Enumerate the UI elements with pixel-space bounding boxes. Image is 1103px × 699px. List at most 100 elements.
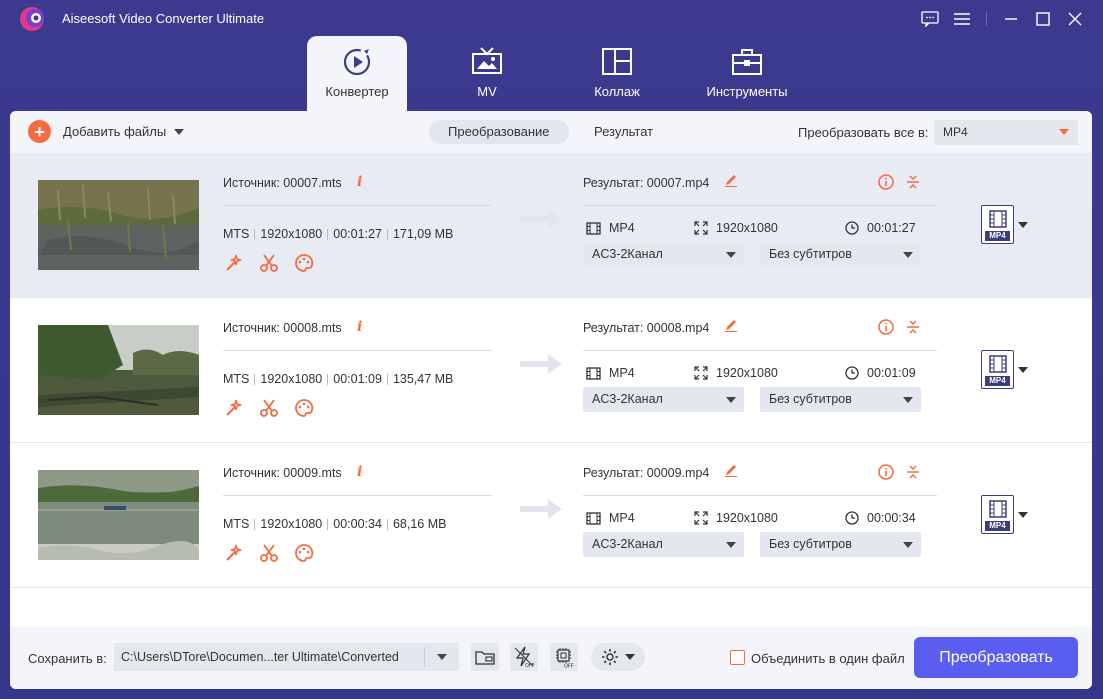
subtitle-select[interactable]: Без субтитров bbox=[760, 387, 921, 412]
format-badge: MP4 bbox=[985, 231, 1010, 241]
info-icon[interactable] bbox=[878, 319, 894, 335]
compress-icon[interactable] bbox=[905, 464, 921, 480]
pencil-icon[interactable] bbox=[724, 463, 738, 477]
chevron-down-icon[interactable] bbox=[174, 128, 185, 135]
convert-all-button[interactable]: Преобразовать bbox=[914, 637, 1078, 678]
menu-icon[interactable] bbox=[946, 6, 978, 32]
chevron-down-icon bbox=[726, 542, 736, 548]
audio-track-select[interactable]: AC3-2Канал bbox=[583, 532, 744, 557]
convert-all-select[interactable]: MP4 bbox=[934, 120, 1078, 145]
source-duration: 00:01:27 bbox=[333, 227, 382, 241]
clock-icon bbox=[845, 366, 859, 380]
subtab-converting[interactable]: Преобразование bbox=[429, 120, 569, 144]
info-icon[interactable] bbox=[878, 174, 894, 190]
chevron-down-icon bbox=[1059, 129, 1069, 135]
output-path-select[interactable]: C:\Users\DTore\Documen...ter Ultimate\Co… bbox=[114, 643, 459, 671]
tab-converter[interactable]: Конвертер bbox=[307, 36, 407, 111]
film-icon bbox=[989, 500, 1007, 518]
add-files-button[interactable]: + Добавить файлы bbox=[28, 120, 185, 143]
file-row[interactable]: Источник: 00008.mts i MTS 1920x1080 00:0… bbox=[10, 298, 1092, 443]
source-format: MTS bbox=[223, 372, 250, 386]
pencil-icon[interactable] bbox=[724, 173, 738, 187]
chevron-down-icon bbox=[903, 542, 913, 548]
film-icon bbox=[989, 210, 1007, 228]
settings-button[interactable] bbox=[591, 643, 645, 671]
scissors-icon[interactable] bbox=[259, 253, 279, 273]
pencil-icon[interactable] bbox=[724, 318, 738, 332]
output-format: MP4 bbox=[586, 511, 635, 525]
output-format-button[interactable]: MP4 bbox=[981, 205, 1014, 244]
gear-icon bbox=[602, 649, 618, 665]
tab-label: Коллаж bbox=[594, 84, 640, 99]
converter-icon bbox=[343, 48, 371, 76]
tab-mv[interactable]: MV bbox=[437, 36, 537, 111]
svg-text:OFF: OFF bbox=[525, 663, 535, 668]
tab-collage[interactable]: Коллаж bbox=[567, 36, 667, 111]
audio-track-select[interactable]: AC3-2Канал bbox=[583, 242, 744, 267]
output-duration: 00:00:34 bbox=[845, 511, 916, 525]
video-thumbnail[interactable] bbox=[38, 470, 199, 560]
magic-wand-icon[interactable] bbox=[224, 543, 244, 563]
file-row[interactable]: Источник: 00007.mts i MTS 1920x1080 00:0… bbox=[10, 153, 1092, 298]
audio-track-value: AC3-2Канал bbox=[592, 537, 663, 551]
palette-icon[interactable] bbox=[294, 253, 314, 273]
output-duration-value: 00:01:27 bbox=[867, 221, 916, 235]
output-format: MP4 bbox=[586, 221, 635, 235]
audio-track-value: AC3-2Канал bbox=[592, 247, 663, 261]
divider bbox=[424, 647, 425, 667]
magic-wand-icon[interactable] bbox=[224, 253, 244, 273]
scissors-icon[interactable] bbox=[259, 398, 279, 418]
chevron-down-icon[interactable] bbox=[1018, 367, 1028, 373]
hardware-accel-button[interactable]: OFF bbox=[510, 643, 538, 671]
palette-icon[interactable] bbox=[294, 398, 314, 418]
magic-wand-icon[interactable] bbox=[224, 398, 244, 418]
merge-checkbox[interactable] bbox=[730, 650, 745, 665]
source-filename: Источник: 00008.mts bbox=[223, 321, 342, 335]
tab-label: Конвертер bbox=[325, 84, 389, 99]
subtab-converted[interactable]: Результат bbox=[575, 120, 672, 144]
source-info-icon[interactable]: i bbox=[357, 464, 362, 480]
chevron-down-icon[interactable] bbox=[1018, 512, 1028, 518]
video-thumbnail[interactable] bbox=[38, 180, 199, 270]
open-folder-button[interactable] bbox=[471, 643, 499, 671]
chevron-down-icon[interactable] bbox=[437, 654, 447, 660]
video-thumbnail[interactable] bbox=[38, 325, 199, 415]
palette-icon[interactable] bbox=[294, 543, 314, 563]
expand-icon bbox=[694, 511, 708, 525]
chevron-down-icon[interactable] bbox=[1018, 222, 1028, 228]
divider bbox=[223, 495, 492, 496]
gpu-accel-button[interactable]: OFF bbox=[550, 643, 578, 671]
maximize-icon[interactable] bbox=[1027, 6, 1059, 32]
subtitle-value: Без субтитров bbox=[769, 392, 852, 406]
output-duration: 00:01:27 bbox=[845, 221, 916, 235]
scissors-icon[interactable] bbox=[259, 543, 279, 563]
folder-icon bbox=[475, 651, 495, 665]
chevron-down-icon bbox=[726, 252, 736, 258]
add-icon: + bbox=[28, 120, 51, 143]
subtitle-select[interactable]: Без субтитров bbox=[760, 532, 921, 557]
file-row[interactable]: Источник: 00009.mts i MTS 1920x1080 00:0… bbox=[10, 443, 1092, 588]
edit-tools bbox=[224, 398, 314, 418]
compress-icon[interactable] bbox=[905, 319, 921, 335]
source-size: 135,47 MB bbox=[392, 372, 454, 386]
compress-icon[interactable] bbox=[905, 174, 921, 190]
output-format: MP4 bbox=[586, 366, 635, 380]
tab-toolbox[interactable]: Инструменты bbox=[697, 36, 797, 111]
app-logo-icon bbox=[20, 7, 44, 31]
feedback-icon[interactable] bbox=[914, 6, 946, 32]
output-format-button[interactable]: MP4 bbox=[981, 495, 1014, 534]
subtitle-select[interactable]: Без субтитров bbox=[760, 242, 921, 267]
film-icon bbox=[586, 221, 601, 235]
convert-all-label: Преобразовать все в: bbox=[798, 125, 929, 140]
audio-track-select[interactable]: AC3-2Канал bbox=[583, 387, 744, 412]
clock-icon bbox=[845, 511, 859, 525]
info-icon[interactable] bbox=[878, 464, 894, 480]
format-badge: MP4 bbox=[985, 521, 1010, 531]
source-info-icon[interactable]: i bbox=[357, 174, 362, 190]
output-resolution: 1920x1080 bbox=[694, 511, 778, 525]
close-icon[interactable] bbox=[1059, 6, 1091, 32]
output-format-button[interactable]: MP4 bbox=[981, 350, 1014, 389]
minimize-icon[interactable] bbox=[995, 6, 1027, 32]
source-resolution: 1920x1080 bbox=[260, 517, 323, 531]
source-info-icon[interactable]: i bbox=[357, 319, 362, 335]
